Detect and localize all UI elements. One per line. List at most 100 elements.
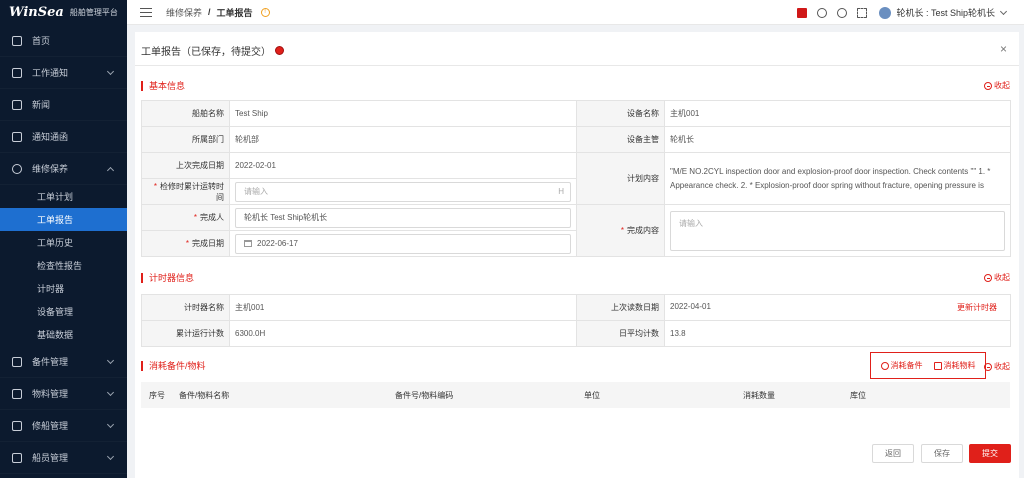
avatar[interactable] — [879, 6, 892, 19]
cumulative-label: 累计运行计数 — [141, 320, 230, 347]
sidebar-item-news[interactable]: 新闻 — [0, 89, 127, 121]
brand-name: WinSea — [9, 5, 64, 20]
repair-icon — [12, 420, 22, 431]
last-read-label: 上次读数日期 — [576, 294, 665, 321]
runtime-label-cell: * 检修时累计运转时间 — [141, 178, 230, 205]
plan-content-label: 计划内容 — [576, 152, 665, 205]
sidebar-subitem-work-report[interactable]: 工单报告 — [0, 208, 127, 231]
required-mark: * — [153, 181, 157, 191]
fullscreen-icon[interactable] — [857, 7, 868, 18]
sidebar-subitem-equipment[interactable]: 设备管理 — [0, 300, 127, 323]
close-button[interactable]: × — [1000, 42, 1007, 56]
sidebar-subitem-inspection-report[interactable]: 检查性报告 — [0, 254, 127, 277]
sidebar-item-label: 维修保养 — [32, 164, 69, 174]
sidebar-item-crew[interactable]: 船员管理 — [0, 442, 127, 474]
finisher-input[interactable]: 轮机长 Test Ship轮机长 — [235, 207, 571, 228]
compass-icon[interactable] — [817, 7, 828, 18]
save-button[interactable]: 保存 — [921, 444, 963, 463]
language-icon[interactable] — [837, 7, 848, 18]
panel-title: 工单报告（已保存，待提交） — [141, 43, 284, 58]
collapse-label: 收起 — [994, 273, 1010, 282]
divider — [135, 65, 1019, 66]
ship-name-value: Test Ship — [229, 100, 577, 127]
runtime-placeholder: 请输入 — [244, 187, 268, 196]
plan-content-value: "M/E NO.2CYL inspection door and explosi… — [670, 166, 991, 190]
collapse-consumables-button[interactable]: 收起 — [984, 361, 1010, 372]
chevron-down-icon — [106, 420, 115, 429]
mail-icon[interactable] — [797, 7, 808, 18]
sidebar-item-materials[interactable]: 物料管理 — [0, 378, 127, 410]
runtime-input[interactable]: 请输入 H — [235, 181, 571, 202]
finish-content-textarea[interactable]: 请输入 — [670, 210, 1005, 251]
parts-icon — [880, 361, 889, 370]
finish-date-label: 完成日期 — [192, 239, 224, 248]
device-name-value: 主机001 — [664, 100, 1011, 127]
finish-date-cell: 2022-06-17 — [229, 230, 577, 257]
breadcrumb-parent[interactable]: 维修保养 — [166, 6, 202, 19]
basic-info-table: 船舶名称 Test Ship 设备名称 主机001 所属部门 轮机部 设备主管 … — [141, 100, 1011, 257]
sidebar-item-work-notice[interactable]: 工作通知 — [0, 57, 127, 89]
sidebar-item-home[interactable]: 首页 — [0, 25, 127, 57]
finish-content-cell: 请输入 — [664, 204, 1011, 257]
sidebar-item-label: 修船管理 — [32, 421, 69, 431]
user-name[interactable]: 轮机长 : Test Ship轮机长 — [896, 6, 995, 19]
collapse-basic-button[interactable]: 收起 — [984, 80, 1010, 91]
consume-material-label: 消耗物料 — [943, 361, 976, 370]
timer-name-value: 主机001 — [229, 294, 577, 321]
collapse-icon — [984, 273, 992, 282]
sidebar: WinSea 船舶管理平台 首页 工作通知 新闻 通知通函 维修保养 工单计划 … — [0, 0, 127, 478]
brand-logo[interactable]: WinSea 船舶管理平台 — [0, 0, 127, 25]
news-icon — [12, 99, 22, 110]
sidebar-item-label: 首页 — [32, 36, 51, 46]
runtime-label: 检修时累计运转时间 — [160, 181, 224, 202]
finish-date-picker[interactable]: 2022-06-17 — [235, 233, 571, 254]
sidebar-subitem-timer[interactable]: 计时器 — [0, 277, 127, 300]
column-header: 序号 — [149, 390, 165, 400]
submit-button[interactable]: 提交 — [969, 444, 1011, 463]
chevron-down-icon — [106, 67, 115, 76]
menu-toggle-icon[interactable] — [140, 7, 152, 17]
finisher-label-cell: * 完成人 — [141, 204, 230, 231]
plan-content-cell: "M/E NO.2CYL inspection door and explosi… — [664, 152, 1011, 205]
brand-subtitle: 船舶管理平台 — [69, 8, 118, 17]
notice-icon — [12, 67, 22, 78]
daily-avg-label: 日平均计数 — [576, 320, 665, 347]
collapse-icon — [984, 81, 992, 90]
collapse-timer-button[interactable]: 收起 — [984, 272, 1010, 283]
breadcrumb-current: 工单报告 — [216, 7, 253, 18]
finish-date-label-cell: * 完成日期 — [141, 230, 230, 257]
breadcrumb: 维修保养 / 工单报告 ! — [166, 6, 270, 19]
sidebar-item-circular[interactable]: 通知通函 — [0, 121, 127, 153]
info-icon[interactable]: ! — [260, 7, 270, 17]
sidebar-subitem-work-plan[interactable]: 工单计划 — [0, 185, 127, 208]
sidebar-item-ship-repair[interactable]: 修船管理 — [0, 410, 127, 442]
consume-material-button[interactable]: 消耗物料 — [933, 360, 976, 371]
required-mark: * — [185, 239, 189, 248]
materials-icon — [12, 388, 22, 399]
device-name-label: 设备名称 — [576, 100, 665, 127]
runtime-cell: 请输入 H — [229, 178, 577, 205]
finish-content-label-cell: * 完成内容 — [576, 204, 665, 257]
sidebar-item-label: 通知通函 — [32, 132, 69, 142]
section-title-timer: 计时器信息 — [141, 273, 194, 283]
column-header: 库位 — [850, 390, 866, 400]
back-button[interactable]: 返回 — [872, 444, 914, 463]
finish-date-value: 2022-06-17 — [257, 239, 298, 248]
crew-icon — [12, 452, 22, 463]
last-date-value: 2022-02-01 — [229, 152, 577, 179]
update-timer-link[interactable]: 更新计时器 — [957, 302, 997, 313]
section-title-consumables: 消耗备件/物料 — [141, 361, 206, 371]
chevron-down-icon — [106, 356, 115, 365]
consume-parts-button[interactable]: 消耗备件 — [880, 360, 923, 371]
timer-name-label: 计时器名称 — [141, 294, 230, 321]
sidebar-subitem-work-history[interactable]: 工单历史 — [0, 231, 127, 254]
consumables-table-header: 序号 备件/物料名称 备件号/物料编码 单位 消耗数量 库位 — [141, 382, 1010, 408]
status-icon[interactable] — [275, 46, 284, 55]
sidebar-item-maintenance[interactable]: 维修保养 — [0, 153, 127, 185]
required-mark: * — [193, 213, 197, 222]
sidebar-subitem-base-data[interactable]: 基础数据 — [0, 323, 127, 346]
chevron-down-icon[interactable] — [999, 7, 1008, 15]
sidebar-item-spare-parts[interactable]: 备件管理 — [0, 346, 127, 378]
supervisor-value: 轮机长 — [664, 126, 1011, 153]
chevron-down-icon — [106, 388, 115, 397]
